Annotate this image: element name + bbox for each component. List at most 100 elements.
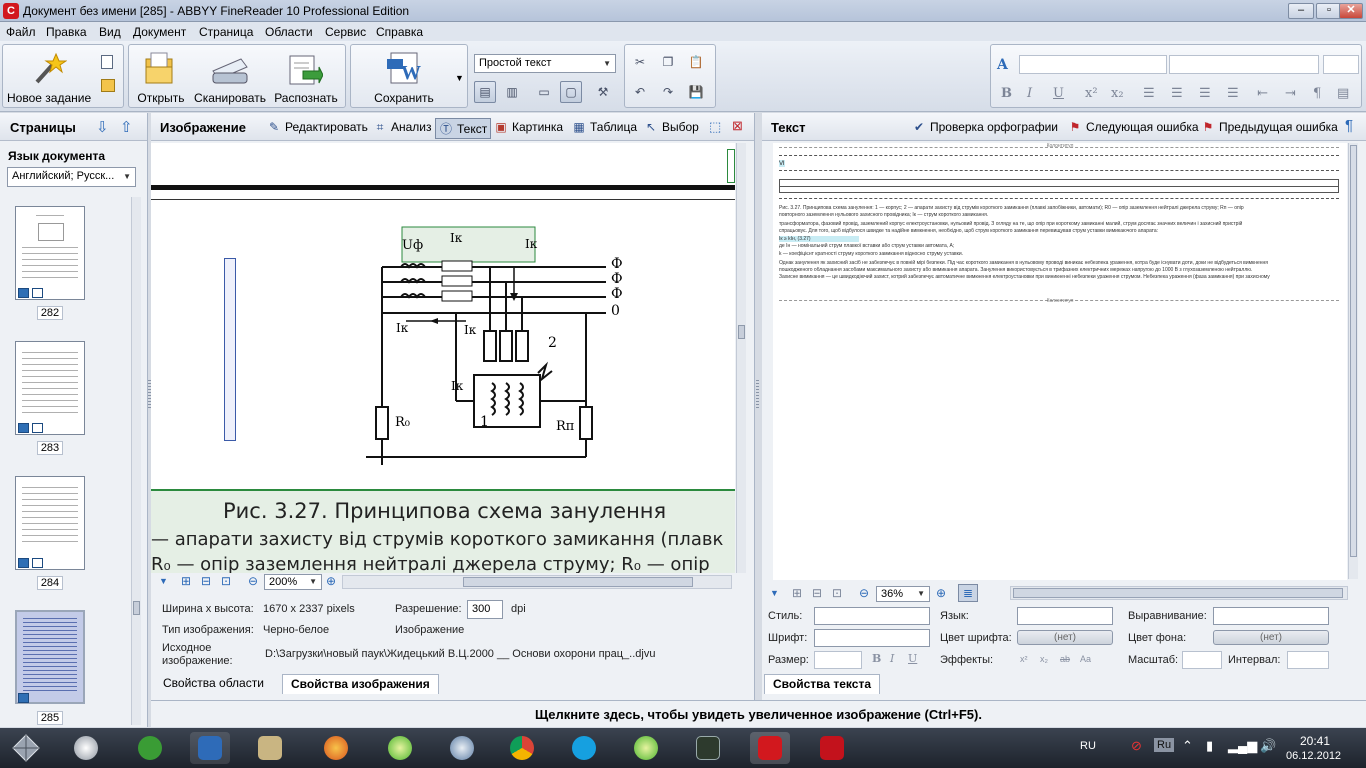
superscript-icon[interactable]: x² — [1085, 86, 1098, 101]
fit-width-icon[interactable]: ⊟ — [812, 586, 822, 600]
text-hscroll-thumb[interactable] — [1013, 588, 1343, 598]
layout-formatted-button[interactable]: ▭ — [533, 81, 555, 103]
align-input[interactable] — [1213, 607, 1329, 625]
menu-areas[interactable]: Области — [265, 25, 313, 39]
icq-second-taskbar-button[interactable] — [626, 732, 666, 764]
copy-icon[interactable]: ❐ — [657, 51, 679, 73]
scanner-icon[interactable] — [209, 53, 249, 87]
word-document-icon[interactable]: W — [385, 51, 425, 87]
open-label[interactable]: Открыть — [135, 91, 187, 105]
interval-input[interactable] — [1287, 651, 1329, 669]
small-caps-icon[interactable]: Aa — [1080, 654, 1091, 664]
fit-width-icon[interactable]: ⊟ — [201, 574, 211, 588]
zoom-in-icon[interactable]: ⊕ — [326, 574, 336, 588]
page-up-icon[interactable]: ⇧ — [120, 118, 133, 136]
tool-edit[interactable]: ✎ Редактировать — [267, 120, 368, 134]
menu-edit[interactable]: Правка — [46, 25, 87, 39]
doc-lang-select[interactable]: Английский; Русск... ▼ — [7, 167, 136, 187]
layout-plain-button[interactable]: ▢ — [560, 81, 582, 103]
subscript-icon[interactable]: x₂ — [1040, 654, 1048, 664]
text-view-mode-icon[interactable]: ≣ — [958, 584, 978, 602]
text-hscroll[interactable] — [1010, 586, 1348, 600]
selected-area[interactable] — [224, 258, 236, 441]
finereader-taskbar-button[interactable] — [750, 732, 790, 764]
pages-scroll-thumb[interactable] — [133, 601, 140, 615]
menu-tools[interactable]: Сервис — [325, 25, 366, 39]
page-down-icon[interactable]: ⇩ — [96, 118, 109, 136]
magic-wand-icon[interactable] — [31, 52, 67, 84]
image-hscroll-thumb[interactable] — [463, 577, 693, 587]
size-input[interactable] — [814, 651, 862, 669]
resolution-field[interactable]: 300 — [467, 600, 503, 619]
signal-icon[interactable]: ▂▄▆ — [1228, 738, 1257, 754]
save-dropdown-arrow-icon[interactable]: ▼ — [455, 73, 464, 83]
scan-label[interactable]: Сканировать — [193, 91, 267, 105]
text-canvas[interactable]: Колонтитул Ⅵ Рис. 3.27. Принципова схема… — [773, 143, 1347, 580]
pages-scrollbar[interactable] — [131, 197, 141, 725]
text-vscroll[interactable] — [1348, 143, 1358, 579]
keyboard-language[interactable]: RU — [1080, 740, 1096, 752]
save-label[interactable]: Сохранить — [361, 91, 447, 105]
layout-editable-button[interactable]: ▥ — [501, 81, 523, 103]
font-field[interactable] — [1169, 55, 1319, 74]
text-vscroll-thumb[interactable] — [1350, 145, 1357, 557]
bg-color-picker[interactable]: (нет) — [1213, 630, 1329, 645]
tab-image-properties[interactable]: Свойства изображения — [282, 674, 439, 694]
app-logo-icon[interactable]: C — [3, 3, 19, 19]
fit-page-icon[interactable]: ⊞ — [181, 574, 191, 588]
zoom-out-icon[interactable]: ⊖ — [248, 574, 258, 588]
italic-icon[interactable]: I — [890, 652, 894, 665]
media-player-taskbar-button[interactable] — [66, 732, 106, 764]
close-button[interactable]: ✕ — [1339, 3, 1363, 19]
undo-icon[interactable]: ↶ — [629, 81, 651, 103]
format-select[interactable]: Простой текст ▼ — [474, 54, 616, 73]
image-hscroll[interactable] — [342, 575, 732, 589]
page-thumb-284[interactable] — [15, 476, 85, 570]
underline-icon[interactable]: U — [908, 652, 917, 665]
layout-exact-copy-button[interactable]: ▤ — [474, 81, 496, 103]
page-thumb-285[interactable] — [15, 610, 85, 704]
firefox-taskbar-button[interactable] — [316, 732, 356, 764]
menu-document[interactable]: Документ — [133, 25, 186, 39]
menu-view[interactable]: Вид — [99, 25, 121, 39]
volume-icon[interactable]: 🔊 — [1260, 738, 1276, 754]
spell-check-button[interactable]: ✔ Проверка орфографии — [912, 120, 1058, 134]
image-canvas[interactable]: Uф Iк Iк Ф Ф Ф 0 Iк Iк Iк 2 1 R₀ Rп Рис.… — [151, 143, 735, 573]
text-block-edge[interactable] — [727, 149, 735, 183]
word-taskbar-button[interactable] — [190, 732, 230, 764]
redo-icon[interactable]: ↷ — [657, 81, 679, 103]
bold-icon[interactable]: B — [872, 652, 881, 665]
page-thumb-283[interactable] — [15, 341, 85, 435]
bold-icon[interactable]: B — [1001, 86, 1012, 101]
tool-text[interactable]: Ⓣ Текст — [435, 118, 492, 139]
open-folder-icon[interactable] — [143, 51, 177, 87]
image-vscroll[interactable] — [736, 143, 746, 573]
collapse-icon[interactable]: ▼ — [770, 588, 779, 598]
italic-icon[interactable]: I — [1027, 86, 1032, 101]
prev-error-button[interactable]: ⚑ Предыдущая ошибка — [1201, 120, 1338, 134]
middle-splitter[interactable] — [756, 380, 759, 410]
clock-date[interactable]: 06.12.2012 — [1286, 750, 1341, 762]
align-left-icon[interactable]: ☰ — [1143, 86, 1155, 101]
zoom-hint-bar[interactable]: Щелкните здесь, чтобы увидеть увеличенно… — [151, 700, 1366, 727]
chrome-taskbar-button[interactable] — [502, 732, 542, 764]
folder-small-icon[interactable] — [101, 79, 115, 92]
font-color-picker[interactable]: (нет) — [1017, 630, 1113, 645]
tab-area-properties[interactable]: Свойства области — [155, 674, 272, 694]
recognize-icon[interactable] — [287, 53, 323, 87]
strikethrough-icon[interactable]: ab — [1060, 654, 1070, 664]
align-justify-icon[interactable]: ☰ — [1227, 86, 1239, 101]
left-splitter[interactable] — [148, 380, 151, 410]
menu-file[interactable]: Файл — [6, 25, 36, 39]
paragraph-marks-icon[interactable]: ¶ — [1345, 117, 1353, 134]
lang-input[interactable] — [1017, 607, 1113, 625]
fit-height-icon[interactable]: ⊡ — [832, 586, 842, 600]
menu-page[interactable]: Страница — [199, 25, 253, 39]
paste-icon[interactable]: 📋 — [685, 51, 707, 73]
collapse-icon[interactable]: ▼ — [159, 576, 168, 586]
calculator-taskbar-button[interactable] — [250, 732, 290, 764]
page-icon[interactable] — [101, 55, 113, 69]
acrobat-taskbar-button[interactable] — [812, 732, 852, 764]
tool-table[interactable]: ▦ Таблица — [572, 120, 637, 134]
save-small-icon[interactable]: 💾 — [685, 81, 707, 103]
